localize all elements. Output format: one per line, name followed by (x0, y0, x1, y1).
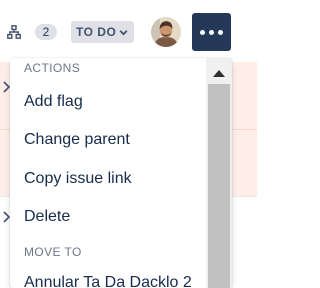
more-actions-button[interactable] (192, 13, 231, 51)
menu-group-heading-move-to: MOVE TO (24, 245, 82, 259)
assignee-avatar[interactable] (151, 17, 181, 47)
child-count-badge: 2 (35, 24, 57, 40)
menu-item-move-to-sprint[interactable]: Annular Ta Da Dacklo 2 (24, 274, 192, 288)
more-dot (209, 29, 214, 35)
scroll-thumb[interactable] (208, 84, 230, 288)
menu-item-delete[interactable]: Delete (24, 208, 70, 226)
menu-group-heading-actions: ACTIONS (24, 61, 81, 75)
more-dot (200, 29, 205, 35)
more-dot (218, 29, 223, 35)
status-label: TO DO (76, 25, 117, 39)
menu-item-copy-issue-link[interactable]: Copy issue link (24, 170, 132, 188)
status-dropdown[interactable]: TO DO (71, 21, 135, 43)
actions-menu: ACTIONS Add flag Change parent Copy issu… (10, 58, 232, 288)
menu-item-change-parent[interactable]: Change parent (24, 131, 130, 149)
subtask-icon-partial (3, 211, 10, 223)
avatar-image (151, 17, 181, 47)
subtask-icon-partial (3, 81, 10, 93)
menu-scrollbar[interactable] (206, 58, 232, 288)
menu-item-add-flag[interactable]: Add flag (24, 93, 83, 111)
child-issues-icon (7, 25, 21, 39)
chevron-down-icon (119, 29, 128, 35)
scroll-up-arrow-icon[interactable] (213, 70, 225, 77)
